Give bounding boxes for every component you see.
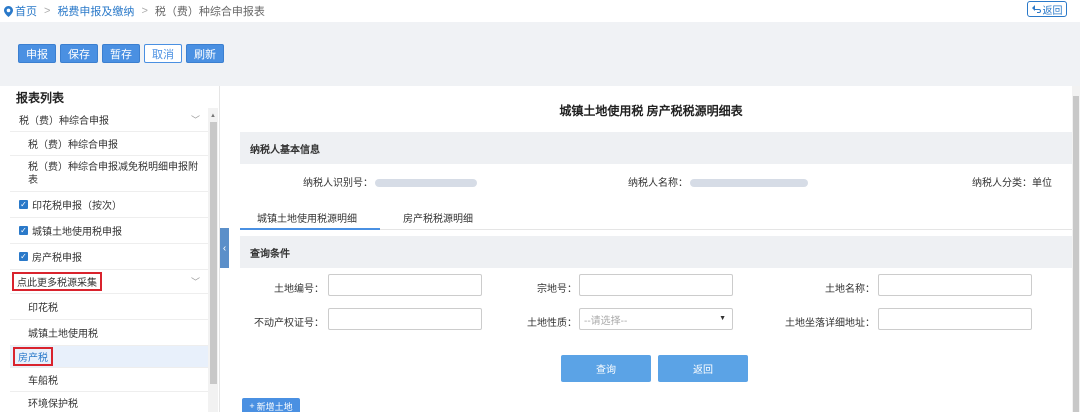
sidebar-item-label: 城镇土地使用税 — [28, 329, 98, 340]
return-arrow-icon — [1031, 5, 1041, 13]
breadcrumb-level1[interactable]: 税费申报及缴纳 — [57, 3, 134, 19]
parcel-no-input[interactable] — [579, 274, 733, 296]
sidebar-item-comprehensive[interactable]: 税（费）种综合申报 — [10, 132, 208, 156]
report-list-sidebar: 报表列表 税（费）种综合申报 ﹀ 税（费）种综合申报 税（费）种综合申报减免税明… — [10, 86, 220, 412]
spacer — [0, 74, 1080, 86]
land-nature-label: 土地性质： — [527, 318, 577, 329]
breadcrumb-separator: > — [141, 5, 148, 17]
return-button[interactable]: 返回 — [658, 355, 748, 382]
sidebar-item-label: 税（费）种综合申报 — [19, 116, 109, 127]
taxpayer-name-label: 纳税人名称： — [628, 178, 688, 189]
active-tab-indicator — [240, 228, 380, 230]
breadcrumb-home-label: 首页 — [15, 6, 37, 18]
temp-save-button[interactable]: 暂存 — [102, 44, 140, 63]
sidebar-title: 报表列表 — [16, 91, 65, 105]
checkbox-checked-icon[interactable]: ✓ — [19, 200, 28, 209]
redacted-value — [375, 179, 477, 188]
top-back-button[interactable]: 返回 — [1027, 1, 1067, 17]
top-bar: 首页 > 税费申报及缴纳 > 税（费）种综合申报表 返回 — [0, 0, 1080, 22]
property-cert-label: 不动产权证号： — [254, 318, 324, 329]
sidebar-item-exemption-schedule[interactable]: 税（费）种综合申报减免税明细申报附表 — [10, 156, 208, 192]
property-cert-input[interactable] — [328, 308, 482, 330]
sidebar-item-label: 税（费）种综合申报减免税明细申报附表 — [28, 161, 198, 186]
land-name-input[interactable] — [878, 274, 1032, 296]
checkbox-checked-icon[interactable]: ✓ — [19, 226, 28, 235]
select-placeholder: --请选择-- — [584, 315, 628, 327]
toolbar: 申报 保存 暂存 取消 刷新 — [0, 40, 1080, 74]
sidebar-item-label: 房产税申报 — [32, 253, 82, 264]
chevron-down-icon: ﹀ — [190, 115, 200, 125]
land-no-input[interactable] — [328, 274, 482, 296]
query-conditions-header: 查询条件 — [240, 236, 1072, 268]
tab-property-source[interactable]: 房产税税源明细 — [403, 210, 473, 225]
land-name-label: 土地名称： — [825, 284, 875, 295]
sidebar-item-land-use-tax[interactable]: ✓ 城镇土地使用税申报 — [10, 218, 208, 244]
caret-down-icon: ▼ — [719, 315, 726, 322]
top-back-label: 返回 — [1042, 5, 1063, 17]
breadcrumb-separator: > — [44, 5, 51, 17]
add-land-label: 新增土地 — [256, 401, 293, 412]
sidebar-item-stamp-tax[interactable]: ✓ 印花税申报（按次） — [10, 192, 208, 218]
location-pin-icon — [4, 5, 13, 17]
tab-land-use-source[interactable]: 城镇土地使用税源明细 — [257, 210, 357, 225]
sidebar-item-label: 城镇土地使用税申报 — [32, 227, 122, 238]
breadcrumb: 首页 > 税费申报及缴纳 > 税（费）种综合申报表 — [4, 3, 265, 19]
scrollbar-thumb[interactable] — [1073, 96, 1079, 412]
main-panel: 城镇土地使用税 房产税税源明细表 纳税人基本信息 纳税人识别号： 纳税人名称： … — [230, 86, 1072, 412]
query-button[interactable]: 查询 — [561, 355, 651, 382]
add-land-button[interactable]: + 新增土地 — [242, 398, 300, 412]
sidebar-item-environment-source[interactable]: 环境保护税 — [10, 392, 208, 412]
breadcrumb-home[interactable]: 首页 — [4, 3, 37, 19]
land-address-input[interactable] — [878, 308, 1032, 330]
collapse-sidebar-button[interactable]: ‹ — [220, 228, 229, 268]
checkbox-checked-icon[interactable]: ✓ — [19, 252, 28, 261]
sidebar-group-comprehensive[interactable]: 税（费）种综合申报 ﹀ — [10, 108, 208, 132]
taxpayer-info-row: 纳税人识别号： 纳税人名称： 纳税人分类：单位 — [240, 168, 1072, 192]
taxpayer-id-label: 纳税人识别号： — [303, 178, 373, 189]
sidebar-item-label: 点此更多税源采集 — [12, 272, 102, 291]
sidebar-item-land-source[interactable]: 城镇土地使用税 — [10, 320, 208, 346]
redacted-value — [690, 179, 808, 188]
taxpayer-id-field: 纳税人识别号： — [303, 174, 477, 189]
tab-bar: 城镇土地使用税源明细 房产税税源明细 — [240, 202, 1072, 230]
land-nature-select[interactable]: --请选择-- ▼ — [579, 308, 733, 330]
page-title: 城镇土地使用税 房产税税源明细表 — [559, 104, 743, 118]
taxpayer-name-field: 纳税人名称： — [628, 174, 808, 189]
main-scrollbar[interactable] — [1072, 86, 1080, 412]
land-address-label: 土地坐落详细地址： — [785, 318, 875, 329]
sidebar-item-property-source[interactable]: 房产税 — [10, 346, 208, 368]
save-button[interactable]: 保存 — [60, 44, 98, 63]
sidebar-item-label: 印花税 — [28, 303, 58, 314]
sidebar-item-property-tax[interactable]: ✓ 房产税申报 — [10, 244, 208, 270]
taxpayer-info-header: 纳税人基本信息 — [240, 132, 1072, 164]
parcel-no-label: 宗地号： — [537, 284, 577, 295]
sidebar-item-label: 环境保护税 — [28, 398, 78, 410]
chevron-left-icon: ‹ — [222, 242, 227, 254]
scrollbar-thumb[interactable] — [210, 122, 217, 384]
taxpayer-type-field: 纳税人分类：单位 — [972, 178, 1052, 189]
spacer — [0, 22, 1080, 40]
sidebar-group-more-sources[interactable]: 点此更多税源采集 ﹀ — [10, 270, 208, 294]
sidebar-item-label: 税（费）种综合申报 — [28, 140, 118, 151]
sidebar-item-vehicle-source[interactable]: 车船税 — [10, 368, 208, 392]
sidebar-item-stamp-source[interactable]: 印花税 — [10, 294, 208, 320]
sidebar-scrollbar[interactable] — [208, 108, 218, 412]
scroll-up-arrow-icon[interactable]: ▲ — [210, 113, 216, 119]
sidebar-item-label: 印花税申报（按次） — [32, 201, 122, 212]
declare-button[interactable]: 申报 — [18, 44, 56, 63]
chevron-down-icon: ﹀ — [190, 277, 200, 287]
refresh-button[interactable]: 刷新 — [186, 44, 224, 63]
cancel-button[interactable]: 取消 — [144, 44, 182, 63]
land-no-label: 土地编号： — [274, 284, 324, 295]
sidebar-item-label: 房产税 — [13, 347, 53, 366]
plus-icon: + — [249, 401, 255, 411]
sidebar-item-label: 车船税 — [28, 376, 58, 387]
breadcrumb-level2: 税（费）种综合申报表 — [154, 6, 265, 18]
